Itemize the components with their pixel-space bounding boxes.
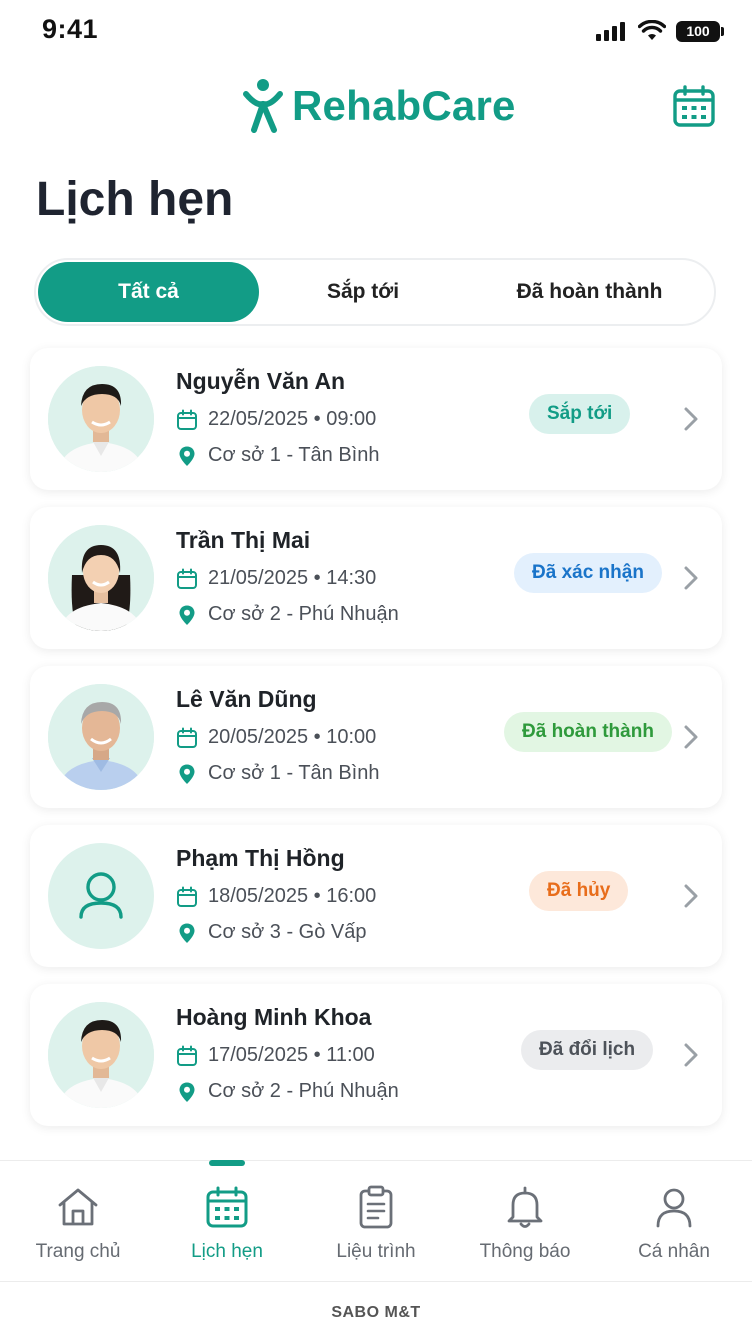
signal-icon: [596, 22, 625, 41]
chevron-right-icon[interactable]: [682, 881, 700, 911]
avatar: [48, 1002, 154, 1108]
nav-item-appointments[interactable]: Lịch hẹn: [152, 1161, 302, 1281]
patient-name: Trần Thị Mai: [176, 527, 311, 553]
avatar: [48, 525, 154, 631]
nav-item-profile[interactable]: Cá nhân: [599, 1161, 749, 1281]
chevron-right-icon[interactable]: [682, 404, 700, 434]
appointment-card[interactable]: Hoàng Minh Khoa 17/05/2025 • 11:00 Cơ sở…: [30, 984, 722, 1126]
appointment-card[interactable]: Trần Thị Mai 21/05/2025 • 14:30 Cơ sở 2 …: [30, 507, 722, 649]
patient-name: Hoàng Minh Khoa: [176, 1004, 372, 1030]
wifi-icon: [638, 20, 666, 40]
avatar: [48, 366, 154, 472]
tab-completed[interactable]: Đã hoàn thành: [467, 262, 712, 322]
bell-icon: [507, 1186, 543, 1228]
status-badge: Sắp tới: [529, 394, 631, 434]
location-text: Cơ sở 2 - Phú Nhuận: [208, 603, 399, 625]
patient-name: Lê Văn Dũng: [176, 686, 317, 712]
appointment-datetime: 18/05/2025 • 16:00: [176, 885, 376, 908]
footer-credit: SABO M&T: [0, 1281, 752, 1344]
avatar: [48, 843, 154, 949]
nav-item-home[interactable]: Trang chủ: [3, 1161, 153, 1281]
location-text: Cơ sở 1 - Tân Bình: [208, 762, 380, 784]
status-badge: Đã hủy: [529, 871, 629, 911]
avatar: [48, 684, 154, 790]
nav-label: Cá nhân: [638, 1241, 710, 1262]
home-icon: [58, 1188, 98, 1226]
chevron-right-icon[interactable]: [682, 1040, 700, 1070]
calendar-icon: [176, 1045, 198, 1067]
appointment-location: Cơ sở 1 - Tân Bình: [176, 762, 379, 785]
datetime-text: 17/05/2025 • 11:00: [208, 1044, 375, 1066]
appointment-datetime: 22/05/2025 • 09:00: [176, 408, 376, 431]
patient-name: Nguyễn Văn An: [176, 368, 346, 394]
appointment-card[interactable]: Nguyễn Văn An 22/05/2025 • 09:00 Cơ sở 1…: [30, 348, 722, 490]
nav-item-notifications[interactable]: Thông báo: [450, 1161, 600, 1281]
appointment-card[interactable]: Lê Văn Dũng 20/05/2025 • 10:00 Cơ sở 1 -…: [30, 666, 722, 808]
filter-tabs: Tất cả Sắp tới Đã hoàn thành: [34, 258, 716, 326]
location-pin-icon: [176, 1081, 198, 1103]
appointment-location: Cơ sở 1 - Tân Bình: [176, 444, 379, 467]
chevron-right-icon[interactable]: [682, 722, 700, 752]
battery-icon: 100: [676, 20, 724, 42]
location-pin-icon: [176, 922, 198, 944]
nav-label: Lịch hẹn: [191, 1241, 263, 1262]
tab-upcoming[interactable]: Sắp tới: [259, 262, 467, 322]
datetime-text: 20/05/2025 • 10:00: [208, 726, 377, 748]
calendar-icon: [176, 886, 198, 908]
rehab-person-icon: [243, 79, 283, 133]
datetime-text: 21/05/2025 • 14:30: [208, 567, 377, 589]
app-header: RehabCare: [0, 72, 752, 148]
calendar-icon: [176, 568, 198, 590]
brand-logo: RehabCare: [242, 78, 516, 134]
location-text: Cơ sở 2 - Phú Nhuận: [208, 1080, 399, 1102]
user-icon: [79, 872, 123, 919]
nav-label: Trang chủ: [35, 1241, 121, 1262]
status-icons: 100: [596, 20, 724, 42]
status-badge: Đã đổi lịch: [521, 1030, 654, 1070]
user-icon: [656, 1188, 692, 1228]
page-title: Lịch hẹn: [36, 173, 234, 226]
patient-name: Phạm Thị Hồng: [176, 845, 345, 871]
location-pin-icon: [176, 445, 198, 467]
appointment-datetime: 20/05/2025 • 10:00: [176, 726, 376, 749]
calendar-icon: [206, 1186, 248, 1228]
nav-item-treatment[interactable]: Liệu trình: [301, 1161, 451, 1281]
appointment-datetime: 21/05/2025 • 14:30: [176, 567, 376, 590]
calendar-icon[interactable]: [672, 84, 716, 128]
appointment-datetime: 17/05/2025 • 11:00: [176, 1044, 375, 1067]
appointment-location: Cơ sở 2 - Phú Nhuận: [176, 603, 399, 626]
active-tab-indicator: [209, 1160, 245, 1166]
location-pin-icon: [176, 604, 198, 626]
clipboard-icon: [359, 1185, 393, 1229]
nav-label: Liệu trình: [336, 1241, 416, 1262]
brand-name: RehabCare: [292, 82, 516, 129]
datetime-text: 18/05/2025 • 16:00: [208, 885, 377, 907]
status-time: 9:41: [42, 14, 99, 44]
appointment-location: Cơ sở 3 - Gò Vấp: [176, 921, 367, 944]
bottom-nav: Trang chủ Lịch hẹn Liệu trình Thông báo …: [0, 1160, 752, 1280]
status-bar: 9:41 100: [0, 0, 752, 64]
appointment-card[interactable]: Phạm Thị Hồng 18/05/2025 • 16:00 Cơ sở 3…: [30, 825, 722, 967]
status-badge: Đã hoàn thành: [504, 712, 672, 752]
calendar-icon: [176, 409, 198, 431]
location-text: Cơ sở 3 - Gò Vấp: [208, 921, 367, 943]
datetime-text: 22/05/2025 • 09:00: [208, 408, 377, 430]
nav-label: Thông báo: [479, 1241, 571, 1262]
chevron-right-icon[interactable]: [682, 563, 700, 593]
appointment-location: Cơ sở 2 - Phú Nhuận: [176, 1080, 399, 1103]
location-pin-icon: [176, 763, 198, 785]
tab-all[interactable]: Tất cả: [38, 262, 259, 322]
status-badge: Đã xác nhận: [514, 553, 662, 593]
calendar-icon: [176, 727, 198, 749]
location-text: Cơ sở 1 - Tân Bình: [208, 444, 380, 466]
